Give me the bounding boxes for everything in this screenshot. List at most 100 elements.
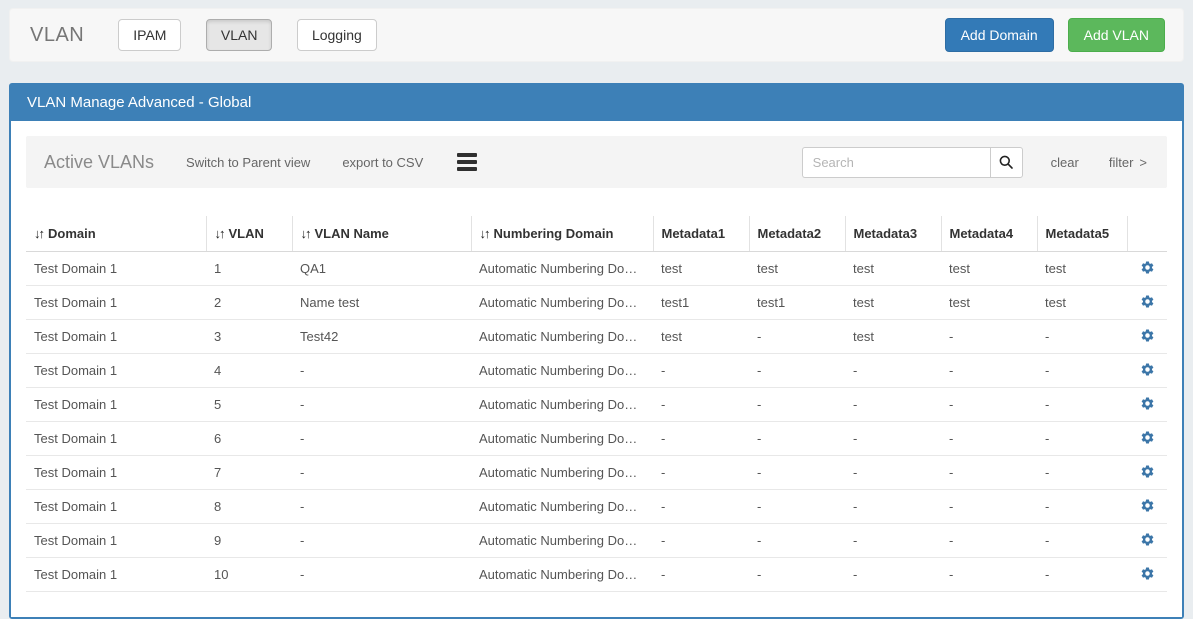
table-cell: 4 bbox=[206, 354, 292, 388]
row-settings-button[interactable] bbox=[1140, 464, 1155, 479]
column-header-vlan-name[interactable]: ↓↑VLAN Name bbox=[292, 216, 471, 252]
export-to-csv-link[interactable]: export to CSV bbox=[342, 155, 423, 170]
gear-icon bbox=[1140, 260, 1155, 275]
table-cell: Test Domain 1 bbox=[26, 354, 206, 388]
tab-logging[interactable]: Logging bbox=[297, 19, 377, 51]
table-cell: Test Domain 1 bbox=[26, 490, 206, 524]
table-cell: - bbox=[845, 388, 941, 422]
table-cell: 6 bbox=[206, 422, 292, 456]
row-settings-button[interactable] bbox=[1140, 294, 1155, 309]
gear-icon bbox=[1140, 396, 1155, 411]
table-cell: - bbox=[941, 558, 1037, 592]
tab-vlan[interactable]: VLAN bbox=[206, 19, 273, 51]
row-actions-cell bbox=[1127, 422, 1167, 456]
column-header-vlan[interactable]: ↓↑VLAN bbox=[206, 216, 292, 252]
table-cell: - bbox=[292, 524, 471, 558]
table-cell: - bbox=[653, 456, 749, 490]
row-settings-button[interactable] bbox=[1140, 396, 1155, 411]
table-cell: - bbox=[941, 422, 1037, 456]
table-cell: - bbox=[292, 354, 471, 388]
gear-icon bbox=[1140, 328, 1155, 343]
nav-tabs: IPAM VLAN Logging bbox=[118, 19, 397, 51]
table-cell: Automatic Numbering Doma... bbox=[471, 456, 653, 490]
add-vlan-button[interactable]: Add VLAN bbox=[1068, 18, 1165, 52]
filter-link[interactable]: filter> bbox=[1109, 155, 1147, 170]
menu-bar bbox=[457, 153, 477, 157]
table-cell: Test Domain 1 bbox=[26, 456, 206, 490]
switch-to-parent-view-link[interactable]: Switch to Parent view bbox=[186, 155, 310, 170]
row-settings-button[interactable] bbox=[1140, 328, 1155, 343]
table-cell: - bbox=[941, 354, 1037, 388]
table-cell: - bbox=[749, 490, 845, 524]
row-actions-cell bbox=[1127, 524, 1167, 558]
search-group bbox=[802, 147, 1023, 178]
table-cell: - bbox=[749, 422, 845, 456]
top-navbar: VLAN IPAM VLAN Logging Add Domain Add VL… bbox=[9, 8, 1184, 62]
gear-icon bbox=[1140, 464, 1155, 479]
table-cell: test bbox=[749, 252, 845, 286]
table-cell: test bbox=[1037, 286, 1127, 320]
column-header-numbering-domain[interactable]: ↓↑Numbering Domain bbox=[471, 216, 653, 252]
page-title: VLAN bbox=[30, 24, 84, 47]
column-header-domain[interactable]: ↓↑Domain bbox=[26, 216, 206, 252]
table-cell: Name test bbox=[292, 286, 471, 320]
row-settings-button[interactable] bbox=[1140, 566, 1155, 581]
vlan-table-body: Test Domain 11QA1Automatic Numbering Dom… bbox=[26, 252, 1167, 592]
table-row: Test Domain 110-Automatic Numbering Doma… bbox=[26, 558, 1167, 592]
table-cell: - bbox=[653, 422, 749, 456]
row-settings-button[interactable] bbox=[1140, 498, 1155, 513]
table-cell: Automatic Numbering Doma... bbox=[471, 422, 653, 456]
column-header-metadata2: Metadata2 bbox=[749, 216, 845, 252]
menu-bar bbox=[457, 160, 477, 164]
table-cell: - bbox=[845, 354, 941, 388]
table-cell: - bbox=[941, 456, 1037, 490]
sort-icon: ↓↑ bbox=[480, 226, 489, 241]
tab-ipam[interactable]: IPAM bbox=[118, 19, 181, 51]
table-row: Test Domain 11QA1Automatic Numbering Dom… bbox=[26, 252, 1167, 286]
row-settings-button[interactable] bbox=[1140, 532, 1155, 547]
gear-icon bbox=[1140, 362, 1155, 377]
row-settings-button[interactable] bbox=[1140, 430, 1155, 445]
table-cell: - bbox=[845, 490, 941, 524]
table-cell: Test42 bbox=[292, 320, 471, 354]
search-input[interactable] bbox=[802, 147, 990, 178]
vlan-table-header-row: ↓↑Domain↓↑VLAN↓↑VLAN Name↓↑Numbering Dom… bbox=[26, 216, 1167, 252]
row-actions-cell bbox=[1127, 252, 1167, 286]
table-cell: - bbox=[845, 524, 941, 558]
table-cell: - bbox=[292, 558, 471, 592]
row-settings-button[interactable] bbox=[1140, 260, 1155, 275]
table-cell: - bbox=[1037, 490, 1127, 524]
table-row: Test Domain 12Name testAutomatic Numberi… bbox=[26, 286, 1167, 320]
table-cell: - bbox=[845, 558, 941, 592]
table-cell: - bbox=[1037, 524, 1127, 558]
row-actions-cell bbox=[1127, 320, 1167, 354]
menu-icon[interactable] bbox=[457, 153, 477, 171]
table-cell: - bbox=[1037, 388, 1127, 422]
table-cell: 1 bbox=[206, 252, 292, 286]
gear-icon bbox=[1140, 498, 1155, 513]
table-cell: - bbox=[292, 422, 471, 456]
table-cell: test bbox=[845, 320, 941, 354]
column-header-metadata1: Metadata1 bbox=[653, 216, 749, 252]
table-cell: Test Domain 1 bbox=[26, 252, 206, 286]
table-cell: - bbox=[845, 456, 941, 490]
table-row: Test Domain 15-Automatic Numbering Doma.… bbox=[26, 388, 1167, 422]
table-cell: - bbox=[749, 524, 845, 558]
add-domain-button[interactable]: Add Domain bbox=[945, 18, 1054, 52]
gear-icon bbox=[1140, 430, 1155, 445]
table-cell: Test Domain 1 bbox=[26, 558, 206, 592]
table-cell: 3 bbox=[206, 320, 292, 354]
table-cell: - bbox=[749, 558, 845, 592]
table-cell: QA1 bbox=[292, 252, 471, 286]
table-cell: - bbox=[1037, 422, 1127, 456]
table-row: Test Domain 13Test42Automatic Numbering … bbox=[26, 320, 1167, 354]
clear-link[interactable]: clear bbox=[1051, 155, 1079, 170]
search-button[interactable] bbox=[990, 147, 1023, 178]
sort-icon: ↓↑ bbox=[215, 226, 224, 241]
row-actions-cell bbox=[1127, 354, 1167, 388]
table-cell: Automatic Numbering Doma... bbox=[471, 252, 653, 286]
table-cell: - bbox=[653, 558, 749, 592]
table-cell: Test Domain 1 bbox=[26, 422, 206, 456]
table-cell: test bbox=[845, 252, 941, 286]
row-settings-button[interactable] bbox=[1140, 362, 1155, 377]
